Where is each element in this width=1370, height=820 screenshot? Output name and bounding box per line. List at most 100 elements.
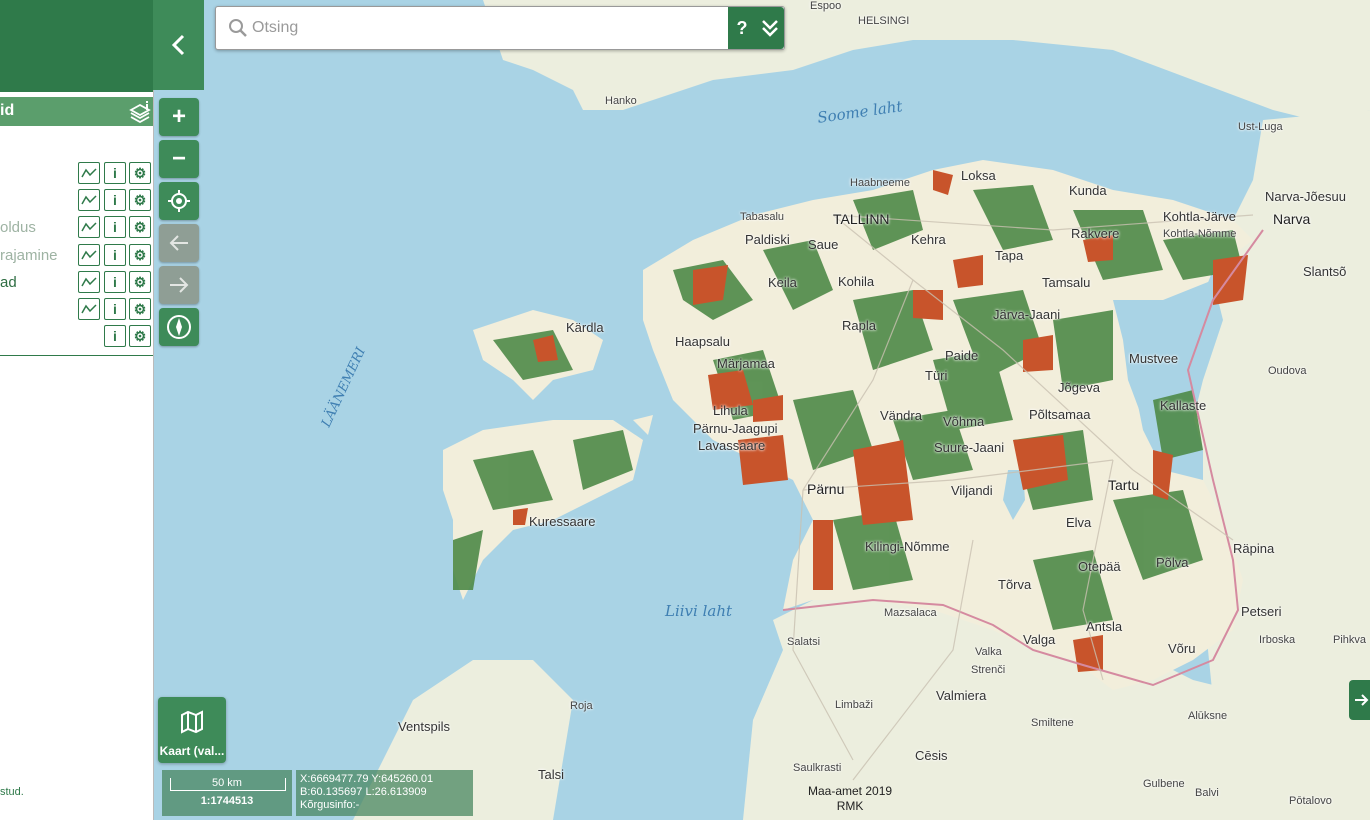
gear-icon[interactable]: ⚙ <box>129 162 151 184</box>
layer-row: rajamine i ⚙ <box>0 244 153 268</box>
map-label: HELSINGI <box>858 15 910 27</box>
map-label: Narva-Jõesuu <box>1265 189 1346 204</box>
panel-footer-text: stud. <box>0 786 24 798</box>
map-label: Otepää <box>1078 559 1121 574</box>
gear-icon[interactable]: ⚙ <box>129 325 151 347</box>
layers-header[interactable]: id <box>0 97 153 126</box>
forward-button[interactable] <box>159 266 199 304</box>
scale-ratio: 1:1744513 <box>200 795 254 807</box>
map-label: Lihula <box>713 403 748 418</box>
scale-distance: 50 km <box>212 777 242 789</box>
map-label: Valmiera <box>936 688 987 703</box>
map-label: Kilingi-Nõmme <box>865 539 950 554</box>
attribution-rmk: RMK <box>836 799 864 813</box>
back-button[interactable] <box>159 224 199 262</box>
panel-divider <box>0 355 153 356</box>
help-button[interactable]: ? <box>728 18 756 39</box>
map-label: Strenči <box>971 664 1006 676</box>
graph-icon[interactable] <box>78 162 100 184</box>
graph-icon[interactable] <box>78 298 100 320</box>
search-bar: ? <box>215 6 785 50</box>
basemap-label: Kaart (val... <box>159 744 225 758</box>
panel-header <box>0 0 153 92</box>
info-icon[interactable]: i <box>104 244 126 266</box>
map-label: Haabneeme <box>850 177 910 189</box>
map-label: Võhma <box>943 414 985 429</box>
map-label: Alūksne <box>1188 710 1228 722</box>
locate-button[interactable] <box>159 182 199 220</box>
map-label: Pärnu <box>807 481 845 497</box>
map-label: Roja <box>570 700 593 712</box>
gear-icon[interactable]: ⚙ <box>129 189 151 211</box>
map-label: Petseri <box>1241 604 1282 619</box>
attribution-maa-amet: Maa-amet 2019 <box>808 784 893 798</box>
map-label: Talsi <box>538 767 565 782</box>
map-label: Cēsis <box>915 748 948 763</box>
coords-xy: X:6669477.79 Y:645260.01 <box>300 773 434 785</box>
layers-info-icon[interactable] <box>129 101 151 124</box>
map-label: Valka <box>975 646 1002 658</box>
map-label: Antsla <box>1086 619 1123 634</box>
map-label: Loksa <box>961 168 996 183</box>
map-label: Paide <box>945 348 979 363</box>
map-label: Limbaži <box>835 699 873 711</box>
layer-row: oldus i ⚙ <box>0 216 153 240</box>
info-icon[interactable]: i <box>104 298 126 320</box>
map-label: Balvi <box>1195 787 1219 799</box>
search-actions: ? <box>728 7 784 49</box>
compass-button[interactable] <box>159 308 199 346</box>
coords-bl: B:60.135697 L:26.613909 <box>300 786 427 798</box>
chevrons-down-icon[interactable] <box>756 18 784 38</box>
zoom-in-button[interactable]: + <box>159 98 199 136</box>
map-label: Oudova <box>1268 365 1307 377</box>
map-label: Mazsalaca <box>884 607 937 619</box>
map-label: Saue <box>808 237 839 252</box>
map-label: Kohtla-Järve <box>1163 209 1236 224</box>
expand-right-panel-button[interactable] <box>1349 680 1370 720</box>
map-label: Tõrva <box>998 577 1032 592</box>
map-label: Kunda <box>1069 183 1107 198</box>
map-label: Järva-Jaani <box>993 307 1061 322</box>
basemap-switch-button[interactable]: Kaart (val... <box>158 697 226 763</box>
map-label: Türi <box>925 368 948 383</box>
collapse-panel-button[interactable] <box>153 0 204 90</box>
info-icon[interactable]: i <box>104 271 126 293</box>
graph-icon[interactable] <box>78 189 100 211</box>
search-input[interactable] <box>250 16 724 40</box>
map-label: Suure-Jaani <box>934 440 1005 455</box>
gear-icon[interactable]: ⚙ <box>129 216 151 238</box>
info-icon[interactable]: i <box>104 189 126 211</box>
gear-icon[interactable]: ⚙ <box>129 244 151 266</box>
graph-icon[interactable] <box>78 216 100 238</box>
map-label: Salatsi <box>787 636 821 648</box>
map-label-water: Liivi laht <box>665 602 733 620</box>
map-label: Kallaste <box>1160 398 1207 413</box>
layer-label: ad <box>0 274 17 291</box>
layer-row: i ⚙ <box>0 325 153 349</box>
map-label: Irboska <box>1259 634 1296 646</box>
graph-icon[interactable] <box>78 244 100 266</box>
zoom-out-button[interactable]: − <box>159 140 199 178</box>
map-label: Ventspils <box>398 719 451 734</box>
info-icon[interactable]: i <box>104 325 126 347</box>
info-icon[interactable]: i <box>104 216 126 238</box>
gear-icon[interactable]: ⚙ <box>129 298 151 320</box>
info-icon[interactable]: i <box>104 162 126 184</box>
layers-title: id <box>0 102 15 119</box>
search-icon <box>228 18 248 43</box>
arrow-down-right-icon <box>1355 694 1369 706</box>
graph-icon[interactable] <box>78 271 100 293</box>
chevron-left-icon <box>171 34 184 56</box>
layer-label: rajamine <box>0 247 58 264</box>
map-label: Kehra <box>911 232 946 247</box>
map-label: Mustvee <box>1129 351 1179 366</box>
layer-label: oldus <box>0 219 36 236</box>
map-label: Elva <box>1066 515 1092 530</box>
layer-row: i ⚙ <box>0 298 153 322</box>
map-label: Tartu <box>1108 477 1140 493</box>
gear-icon[interactable]: ⚙ <box>129 271 151 293</box>
layer-row: i ⚙ <box>0 162 153 186</box>
map-canvas[interactable]: Espoo HELSINGI Hanko TALLINN Paldiski Sa… <box>153 0 1370 820</box>
map-label: Põltsamaa <box>1029 407 1091 422</box>
layer-row: i ⚙ <box>0 189 153 213</box>
